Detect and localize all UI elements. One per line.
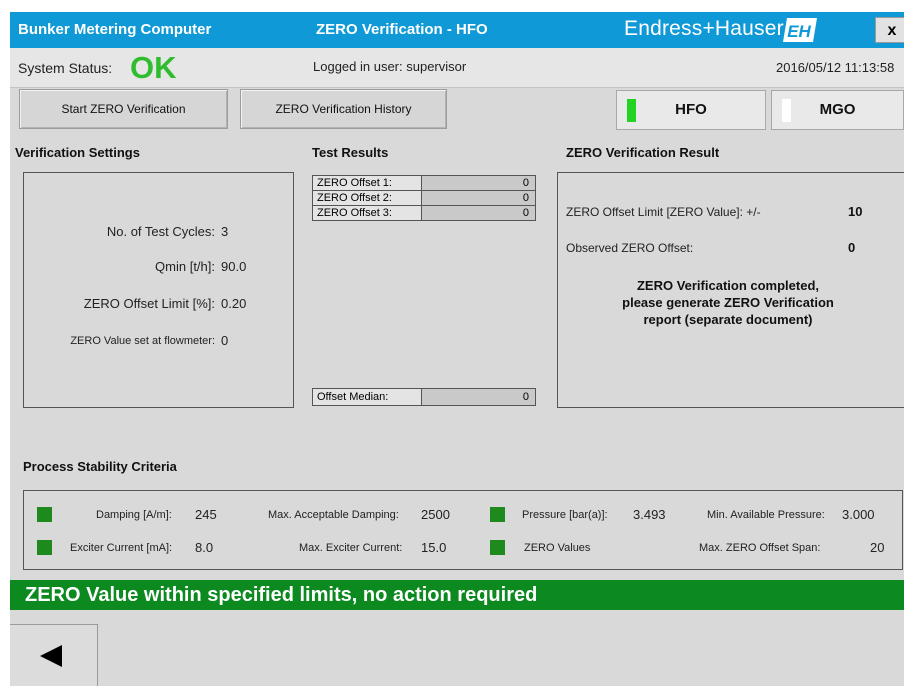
min-pressure-value: 3.000 <box>842 507 875 522</box>
exciter-current-value: 8.0 <box>195 540 214 555</box>
fluid-mgo-button[interactable]: MGO <box>771 90 904 130</box>
zero-verification-result-title: ZERO Verification Result <box>566 145 720 160</box>
offset-median-label: Offset Median: <box>312 388 422 406</box>
zero-value-value: 0 <box>221 333 229 348</box>
pressure-status-indicator <box>490 507 505 522</box>
test-result-row: ZERO Offset 2: 0 <box>312 190 537 206</box>
fluid-hfo-label: HFO <box>675 101 707 118</box>
verification-message-line: please generate ZERO Verification <box>622 295 834 310</box>
max-exciter-current-value: 15.0 <box>421 540 447 555</box>
brand-logo-icon: EH <box>783 18 817 42</box>
system-status-label: System Status: <box>18 60 113 76</box>
svg-text:EH: EH <box>787 22 811 41</box>
offset-limit-zero-value-label: ZERO Offset Limit [ZERO Value]: +/- <box>566 205 761 219</box>
observed-zero-offset-value: 0 <box>848 240 856 255</box>
offset-limit-label: ZERO Offset Limit [%]: <box>83 296 215 311</box>
verification-message-line: ZERO Verification completed, <box>636 278 820 293</box>
test-result-value: 0 <box>421 190 536 206</box>
back-button[interactable] <box>10 624 98 686</box>
damping-status-indicator <box>37 507 52 522</box>
verification-message-line: report (separate document) <box>643 312 813 327</box>
triangle-left-icon <box>40 645 62 667</box>
logged-in-user: Logged in user: supervisor <box>313 59 467 74</box>
max-damping-value: 2500 <box>421 507 450 522</box>
pressure-value: 3.493 <box>633 507 666 522</box>
close-button[interactable]: x <box>875 17 904 43</box>
test-result-row: ZERO Offset 3: 0 <box>312 205 537 221</box>
status-bar: System Status: OK Logged in user: superv… <box>10 48 904 88</box>
test-cycles-value: 3 <box>221 224 229 239</box>
offset-median-row: Offset Median: 0 <box>312 388 537 406</box>
process-stability-title: Process Stability Criteria <box>23 459 177 474</box>
test-result-label: ZERO Offset 1: <box>312 175 422 191</box>
damping-label: Damping [A/m]: <box>96 509 172 521</box>
start-zero-verification-button[interactable]: Start ZERO Verification <box>19 89 228 129</box>
test-result-value: 0 <box>421 205 536 221</box>
max-zero-offset-span-label: Max. ZERO Offset Span: <box>699 542 821 554</box>
zero-values-label: ZERO Values <box>524 542 591 554</box>
zero-values-status-indicator <box>490 540 505 555</box>
verification-settings-title: Verification Settings <box>15 145 140 160</box>
max-damping-label: Max. Acceptable Damping: <box>268 509 399 521</box>
test-cycles-label: No. of Test Cycles: <box>106 224 215 239</box>
pressure-label: Pressure [bar(a)]: <box>522 509 608 521</box>
max-exciter-current-label: Max. Exciter Current: <box>299 542 403 554</box>
offset-median-value: 0 <box>421 388 536 406</box>
qmin-label: Qmin [t/h]: <box>155 259 215 274</box>
fluid-mgo-label: MGO <box>819 101 856 118</box>
exciter-status-indicator <box>37 540 52 555</box>
brand-name: Endress+Hauser <box>624 17 784 40</box>
datetime: 2016/05/12 11:13:58 <box>776 60 895 75</box>
zero-value-label: ZERO Value set at flowmeter: <box>70 335 215 347</box>
observed-zero-offset-label: Observed ZERO Offset: <box>566 241 694 255</box>
title-bar: Bunker Metering Computer ZERO Verificati… <box>10 12 904 48</box>
offset-limit-zero-value: 10 <box>848 204 863 219</box>
app-title: Bunker Metering Computer <box>18 21 212 38</box>
min-pressure-label: Min. Available Pressure: <box>707 509 825 521</box>
offset-limit-value: 0.20 <box>221 296 247 311</box>
zero-verification-history-button[interactable]: ZERO Verification History <box>240 89 447 129</box>
qmin-value: 90.0 <box>221 259 247 274</box>
screen-title: ZERO Verification - HFO <box>316 21 488 38</box>
test-result-value: 0 <box>421 175 536 191</box>
verification-message: ZERO Verification completed, please gene… <box>558 277 898 328</box>
app-window: Bunker Metering Computer ZERO Verificati… <box>10 12 904 686</box>
test-result-label: ZERO Offset 2: <box>312 190 422 206</box>
zero-verification-result-panel: ZERO Offset Limit [ZERO Value]: +/- 10 O… <box>557 172 904 408</box>
verification-settings-panel: No. of Test Cycles: 3 Qmin [t/h]: 90.0 Z… <box>23 172 294 408</box>
exciter-current-label: Exciter Current [mA]: <box>70 542 173 554</box>
fluid-hfo-button[interactable]: HFO <box>616 90 766 130</box>
test-result-row: ZERO Offset 1: 0 <box>312 175 537 191</box>
test-result-label: ZERO Offset 3: <box>312 205 422 221</box>
system-status-value: OK <box>130 50 177 85</box>
max-zero-offset-span-value: 20 <box>870 540 885 555</box>
damping-value: 245 <box>195 507 217 522</box>
process-stability-panel: Damping [A/m]: 245 Max. Acceptable Dampi… <box>23 490 903 570</box>
result-banner: ZERO Value within specified limits, no a… <box>10 580 904 610</box>
test-results-title: Test Results <box>312 145 389 160</box>
